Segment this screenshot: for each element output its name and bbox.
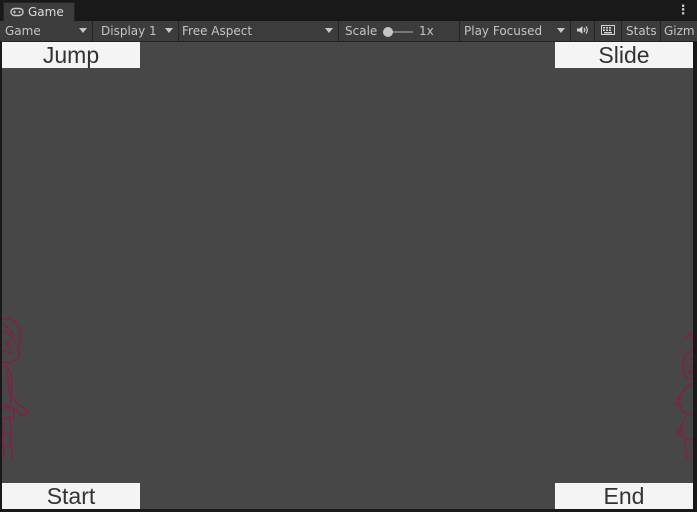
chevron-down-icon bbox=[165, 28, 173, 33]
display-select-value: Display 1 bbox=[101, 24, 157, 38]
stats-button[interactable]: Stats bbox=[622, 21, 661, 41]
keyboard-shortcuts-button[interactable] bbox=[595, 21, 622, 41]
keyboard-icon bbox=[601, 24, 615, 38]
scale-value: 1x bbox=[419, 24, 434, 38]
scale-label: Scale bbox=[345, 24, 378, 38]
start-label: Start bbox=[46, 482, 96, 509]
more-options-icon[interactable]: ⋮ bbox=[677, 3, 690, 18]
speaker-icon bbox=[576, 24, 590, 38]
enemy-character-sprite bbox=[674, 332, 693, 459]
view-select-value: Game bbox=[5, 24, 41, 38]
chevron-down-icon bbox=[79, 28, 87, 33]
gizmos-label: Gizm bbox=[664, 24, 695, 38]
stats-label: Stats bbox=[626, 24, 657, 38]
jump-button[interactable]: Jump bbox=[2, 42, 140, 68]
player-character-sprite bbox=[2, 318, 29, 459]
chevron-down-icon bbox=[325, 28, 333, 33]
end-button[interactable]: End bbox=[555, 483, 693, 509]
chevron-down-icon bbox=[557, 28, 565, 33]
tab-game[interactable]: Game bbox=[3, 2, 75, 21]
aspect-select-value: Free Aspect bbox=[182, 24, 253, 38]
slide-button[interactable]: Slide bbox=[555, 42, 693, 68]
tab-label: Game bbox=[28, 5, 64, 19]
display-select[interactable]: Display 1 bbox=[93, 21, 179, 41]
play-mode-select[interactable]: Play Focused bbox=[460, 21, 571, 41]
aspect-select[interactable]: Free Aspect bbox=[179, 21, 339, 41]
start-button[interactable]: Start bbox=[2, 483, 140, 509]
slide-label: Slide bbox=[598, 42, 650, 68]
jump-label: Jump bbox=[42, 42, 100, 68]
gizmos-button[interactable]: Gizm bbox=[661, 21, 697, 41]
play-mode-select-value: Play Focused bbox=[464, 24, 543, 38]
scale-slider-handle[interactable] bbox=[383, 27, 393, 37]
mute-audio-button[interactable] bbox=[571, 21, 595, 41]
end-label: End bbox=[603, 482, 645, 509]
view-select[interactable]: Game bbox=[0, 21, 93, 41]
game-viewport[interactable]: Jump Slide Start End bbox=[2, 42, 693, 509]
gamepad-icon bbox=[10, 7, 24, 17]
tab-bar: Game ⋮ bbox=[0, 0, 697, 22]
game-view-toolbar: Game Display 1 Free Aspect Scale 1x Play… bbox=[0, 21, 697, 42]
